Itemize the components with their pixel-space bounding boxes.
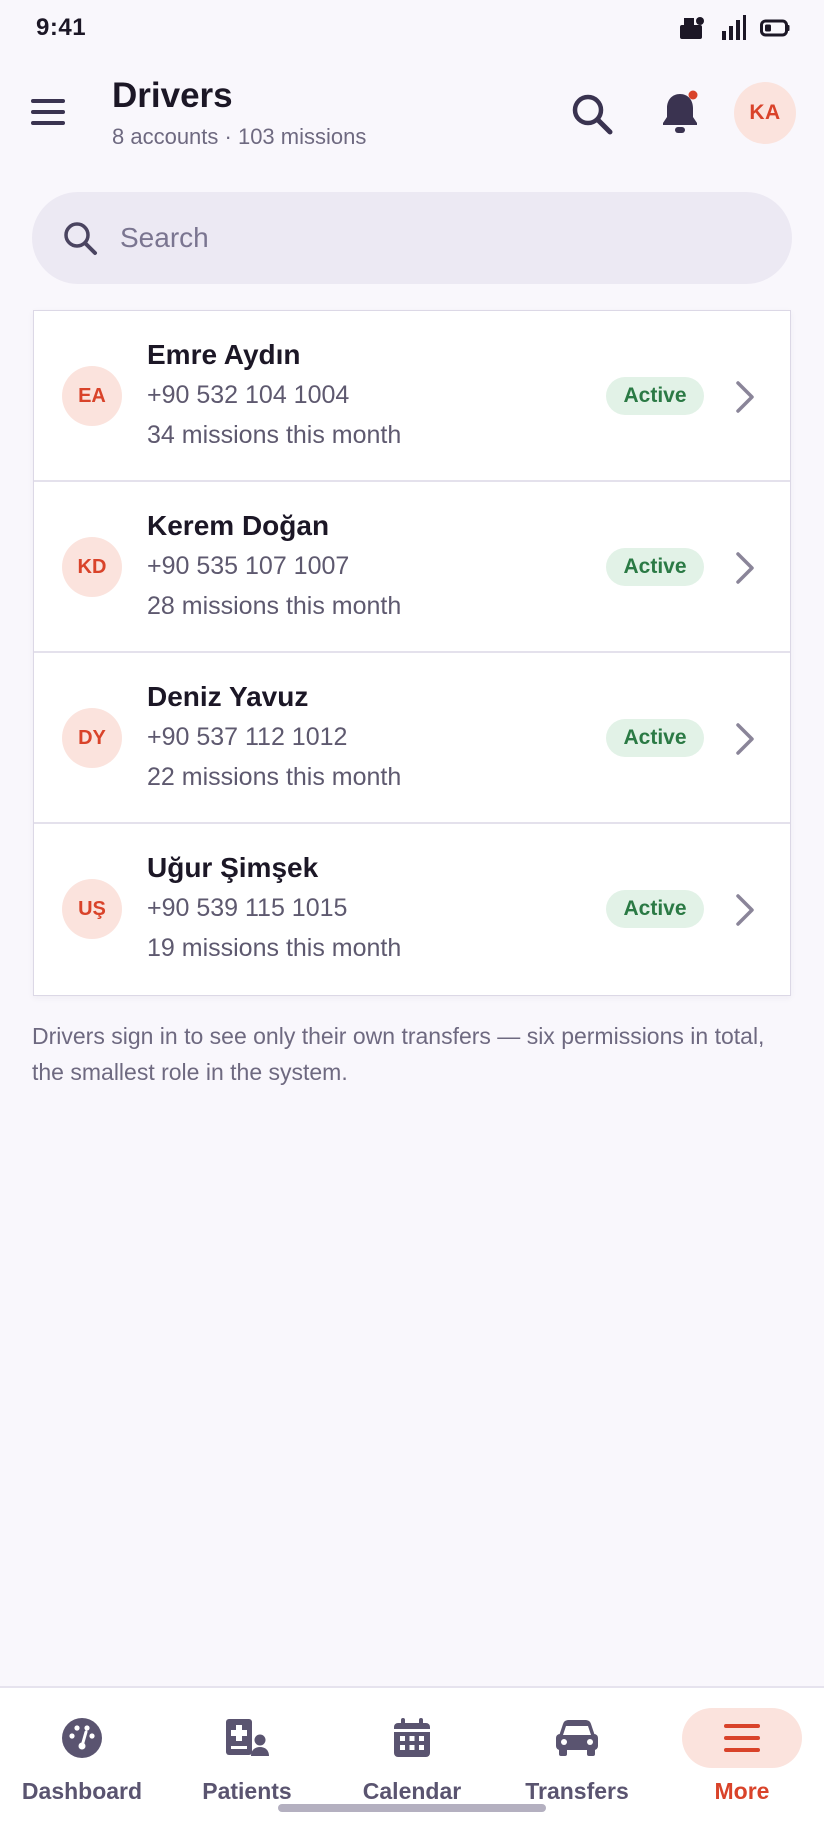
nav-item-dashboard[interactable]: Dashboard (0, 1688, 164, 1818)
nav-label: Transfers (525, 1778, 629, 1804)
header-search-button[interactable] (568, 90, 616, 138)
nav-icon-container (352, 1708, 472, 1768)
notification-status-icon (680, 17, 704, 39)
driver-missions: 34 missions this month (147, 421, 402, 449)
driver-avatar: KD (62, 537, 122, 597)
driver-avatar: DY (62, 708, 122, 768)
calendar-icon (394, 1718, 430, 1757)
hamburger-menu-button[interactable] (28, 92, 68, 132)
page-subtitle: 8 accounts · 103 missions (112, 124, 367, 149)
nav-label: More (714, 1778, 770, 1804)
driver-list: EA Emre Aydın +90 532 104 1004 34 missio… (33, 310, 791, 996)
nav-item-transfers[interactable]: Transfers (495, 1688, 659, 1818)
nav-icon-container (22, 1708, 142, 1768)
driver-name: Kerem Doğan (147, 510, 330, 541)
driver-name: Emre Aydın (147, 339, 301, 370)
nav-label: Dashboard (21, 1778, 143, 1804)
dashboard-icon (62, 1718, 102, 1758)
nav-label: Calendar (362, 1778, 462, 1804)
hamburger-icon (31, 99, 65, 125)
chevron-right-icon (736, 552, 754, 584)
app-header: Drivers 8 accounts · 103 missions KA (0, 70, 824, 158)
drivers-footnote: Drivers sign in to see only their own tr… (32, 1023, 765, 1085)
driver-row[interactable]: KD Kerem Doğan +90 535 107 1007 28 missi… (34, 482, 790, 653)
patients-icon (226, 1719, 269, 1756)
search-bar[interactable] (32, 192, 792, 284)
chevron-right-icon (736, 381, 754, 413)
driver-missions: 22 missions this month (147, 763, 402, 791)
status-icons (678, 15, 790, 41)
menu-icon (724, 1724, 760, 1752)
driver-phone: +90 537 112 1012 (147, 723, 348, 751)
nav-icon-container (517, 1708, 637, 1768)
notifications-button[interactable] (656, 88, 704, 138)
nav-item-calendar[interactable]: Calendar (330, 1688, 494, 1818)
driver-avatar: EA (62, 366, 122, 426)
driver-missions: 19 missions this month (147, 934, 402, 962)
nav-item-more[interactable]: More (660, 1688, 824, 1818)
driver-phone: +90 539 115 1015 (147, 894, 348, 922)
driver-phone: +90 532 104 1004 (147, 381, 350, 409)
nav-icon-container (187, 1708, 307, 1768)
page-title: Drivers (112, 76, 233, 115)
nav-label: Patients (202, 1778, 292, 1804)
signal-icon (722, 15, 746, 40)
status-bar: 9:41 (0, 0, 824, 56)
status-badge: Active (606, 377, 704, 415)
search-input[interactable] (120, 222, 720, 254)
status-badge: Active (606, 719, 704, 757)
driver-name: Uğur Şimşek (147, 852, 319, 883)
chevron-right-icon (736, 723, 754, 755)
nav-icon-container (682, 1708, 802, 1768)
search-icon (572, 94, 613, 135)
battery-icon (760, 19, 790, 37)
driver-avatar: UŞ (62, 879, 122, 939)
driver-name: Deniz Yavuz (147, 681, 309, 712)
status-badge: Active (606, 548, 704, 586)
driver-row[interactable]: UŞ Uğur Şimşek +90 539 115 1015 19 missi… (34, 824, 790, 995)
chevron-right-icon (736, 894, 754, 926)
car-icon (556, 1720, 598, 1756)
title-group: Drivers 8 accounts · 103 missions (112, 74, 366, 150)
driver-row[interactable]: DY Deniz Yavuz +90 537 112 1012 22 missi… (34, 653, 790, 824)
driver-row[interactable]: EA Emre Aydın +90 532 104 1004 34 missio… (34, 311, 790, 482)
nav-item-patients[interactable]: Patients (165, 1688, 329, 1818)
driver-missions: 28 missions this month (147, 592, 402, 620)
status-badge: Active (606, 890, 704, 928)
status-time: 9:41 (36, 14, 87, 41)
search-field-icon (64, 222, 97, 255)
bell-icon (663, 90, 698, 133)
user-avatar[interactable]: KA (734, 82, 796, 144)
home-indicator (278, 1804, 546, 1812)
driver-phone: +90 535 107 1007 (147, 552, 350, 580)
